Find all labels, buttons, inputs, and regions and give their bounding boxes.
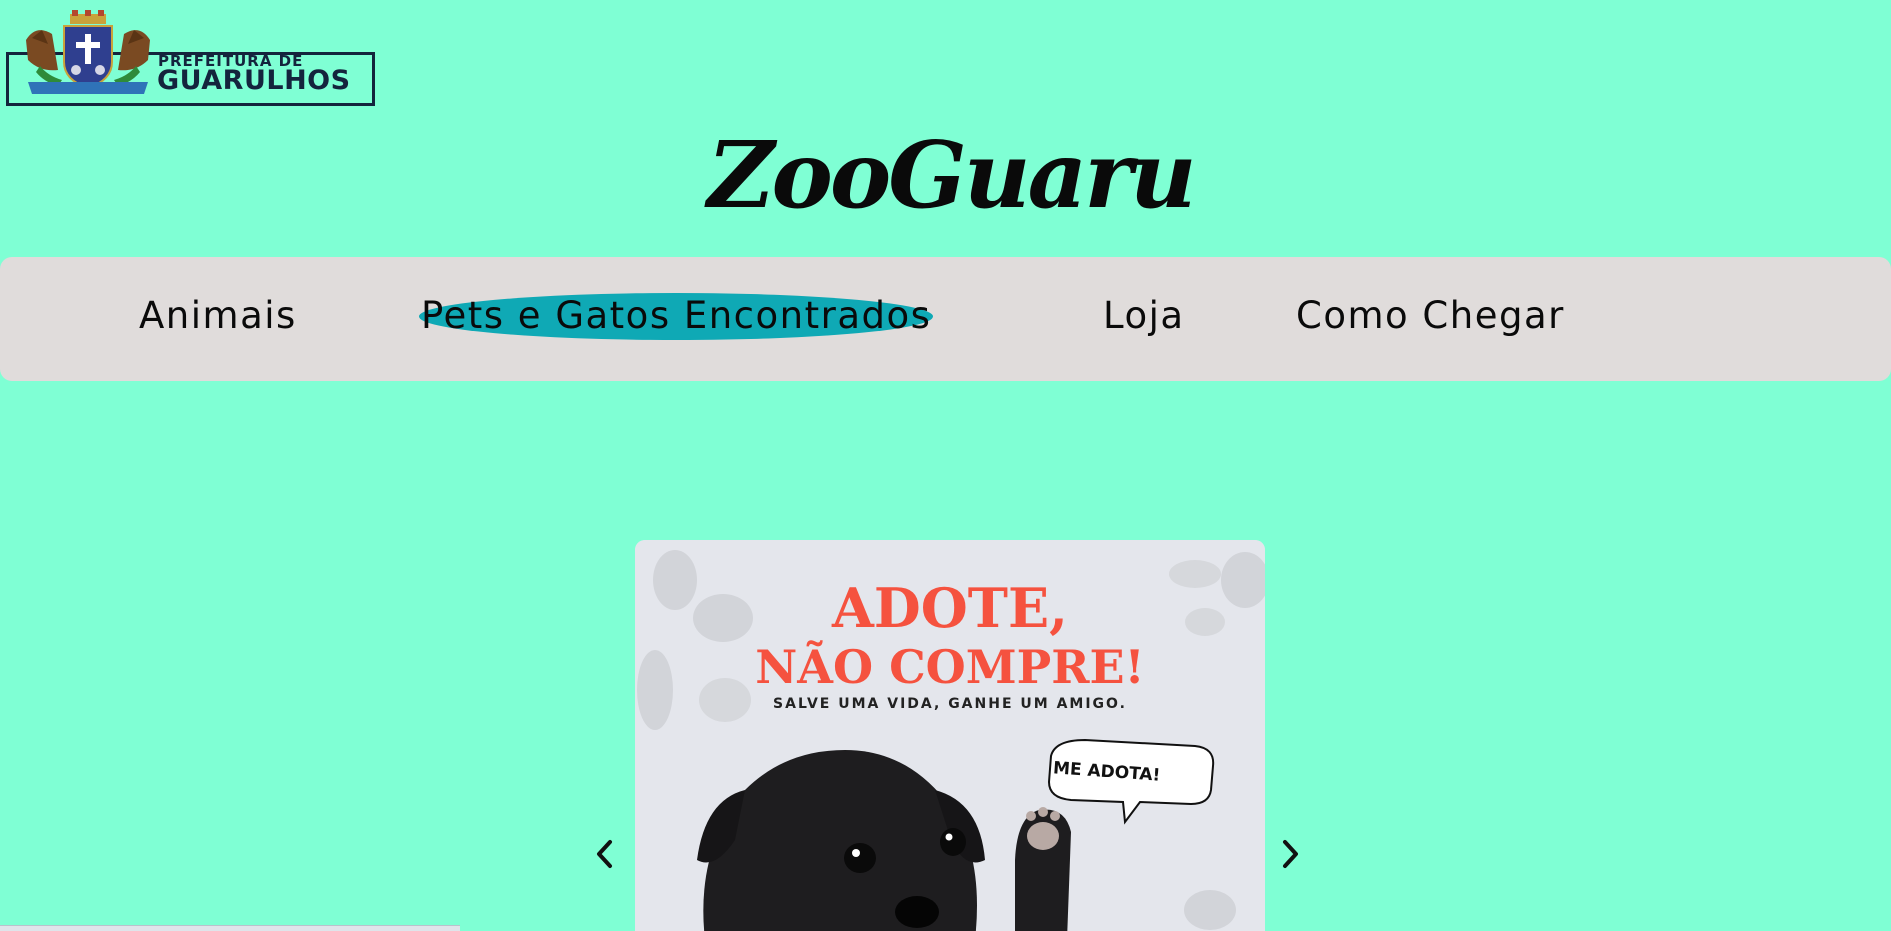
poster-headline-2: NÃO COMPRE! xyxy=(755,640,1145,694)
city-crest-icon xyxy=(26,10,150,94)
chevron-left-icon[interactable] xyxy=(590,836,620,872)
site-title: ZooGuaru xyxy=(707,121,1196,229)
page: PREFEITURA DE GUARULHOS ZooGuaru Animais… xyxy=(0,0,1891,931)
prefeitura-logo[interactable]: PREFEITURA DE GUARULHOS xyxy=(6,10,375,106)
logo-line2: GUARULHOS xyxy=(157,65,351,96)
nav-item-pets-e-gatos-encontrados[interactable]: Pets e Gatos Encontrados xyxy=(419,293,934,340)
nav-item-animais[interactable]: Animais xyxy=(139,297,297,334)
nav-item-como-chegar[interactable]: Como Chegar xyxy=(1296,297,1565,334)
carousel-slide[interactable]: ADOTE, NÃO COMPRE! SALVE UMA VIDA, GANHE… xyxy=(635,540,1265,931)
poster-tagline: SALVE UMA VIDA, GANHE UM AMIGO. xyxy=(773,696,1127,712)
bottom-status-bar xyxy=(0,925,460,931)
poster-headline-1: ADOTE, xyxy=(832,576,1068,640)
main-nav: Animais Pets e Gatos Encontrados Loja Co… xyxy=(0,257,1891,381)
nav-item-loja[interactable]: Loja xyxy=(1103,297,1185,334)
chevron-right-icon[interactable] xyxy=(1275,836,1305,872)
image-carousel: ADOTE, NÃO COMPRE! SALVE UMA VIDA, GANHE… xyxy=(590,540,1300,931)
